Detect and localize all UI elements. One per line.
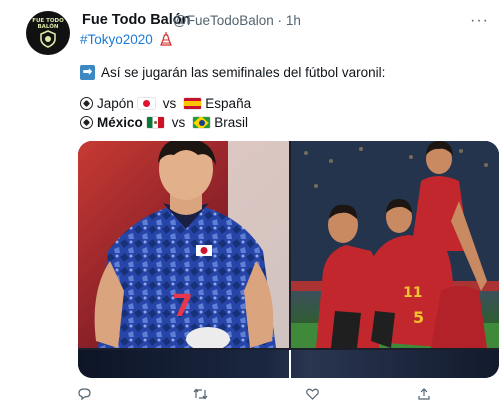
author-handle[interactable]: @FueTodoBalon xyxy=(173,13,274,28)
team-spain: España xyxy=(205,96,252,111)
author-handle-line: @FueTodoBalon · 1h xyxy=(173,13,301,28)
avatar-logo-text: FUE TODO BALÓN xyxy=(32,18,64,30)
media-grid: 7 11 5 xyxy=(78,141,499,378)
hashtag-link[interactable]: #Tokyo2020 xyxy=(80,32,153,47)
avatar-shield-icon xyxy=(40,30,56,48)
tweet-card[interactable]: FUE TODO BALÓN Fue Todo Balón @FueTodoBa… xyxy=(0,0,504,403)
spain-players-illustration: 11 5 xyxy=(291,141,499,348)
avatar[interactable]: FUE TODO BALÓN xyxy=(26,11,70,55)
right-jersey-number-5: 5 xyxy=(413,308,424,327)
left-jersey-number: 7 xyxy=(172,289,193,324)
photo-japan-player[interactable]: 7 xyxy=(78,141,289,348)
tweet-headline: ➡ Así se jugarán las semifinales del fút… xyxy=(80,65,385,80)
right-jersey-number-11: 11 xyxy=(403,285,422,301)
vs-label: vs xyxy=(162,96,177,111)
photo-spain-players[interactable]: 11 5 xyxy=(291,141,499,348)
vs-label: vs xyxy=(171,115,186,130)
tweet-time[interactable]: 1h xyxy=(286,13,301,28)
tweet-actions xyxy=(78,388,498,403)
match-row-2: México vs Brasil xyxy=(80,115,248,130)
tokyo-tower-icon xyxy=(159,32,172,46)
team-japan: Japón xyxy=(97,96,134,111)
more-options-icon[interactable]: ··· xyxy=(470,12,489,30)
right-arrow-icon: ➡ xyxy=(80,65,95,80)
team-brazil: Brasil xyxy=(214,115,249,130)
soccer-ball-icon xyxy=(80,97,93,110)
hashtag-line: #Tokyo2020 xyxy=(80,32,172,47)
mexico-flag-icon xyxy=(146,117,164,128)
spain-flag-icon xyxy=(184,98,202,109)
soccer-ball-icon xyxy=(80,116,93,129)
team-mexico: México xyxy=(97,115,143,130)
japan-player-illustration: 7 xyxy=(78,141,289,348)
like-icon[interactable] xyxy=(306,388,319,403)
photo-bottom-strip[interactable] xyxy=(78,350,499,378)
reply-icon[interactable] xyxy=(78,388,91,403)
share-icon[interactable] xyxy=(418,388,430,403)
separator: · xyxy=(277,13,283,28)
match-row-1: Japón vs España xyxy=(80,96,251,111)
photo-divider xyxy=(289,350,291,378)
brazil-flag-icon xyxy=(193,117,211,128)
headline-text: Así se jugarán las semifinales del fútbo… xyxy=(101,65,386,80)
japan-flag-icon xyxy=(137,98,155,109)
retweet-icon[interactable] xyxy=(193,388,208,403)
